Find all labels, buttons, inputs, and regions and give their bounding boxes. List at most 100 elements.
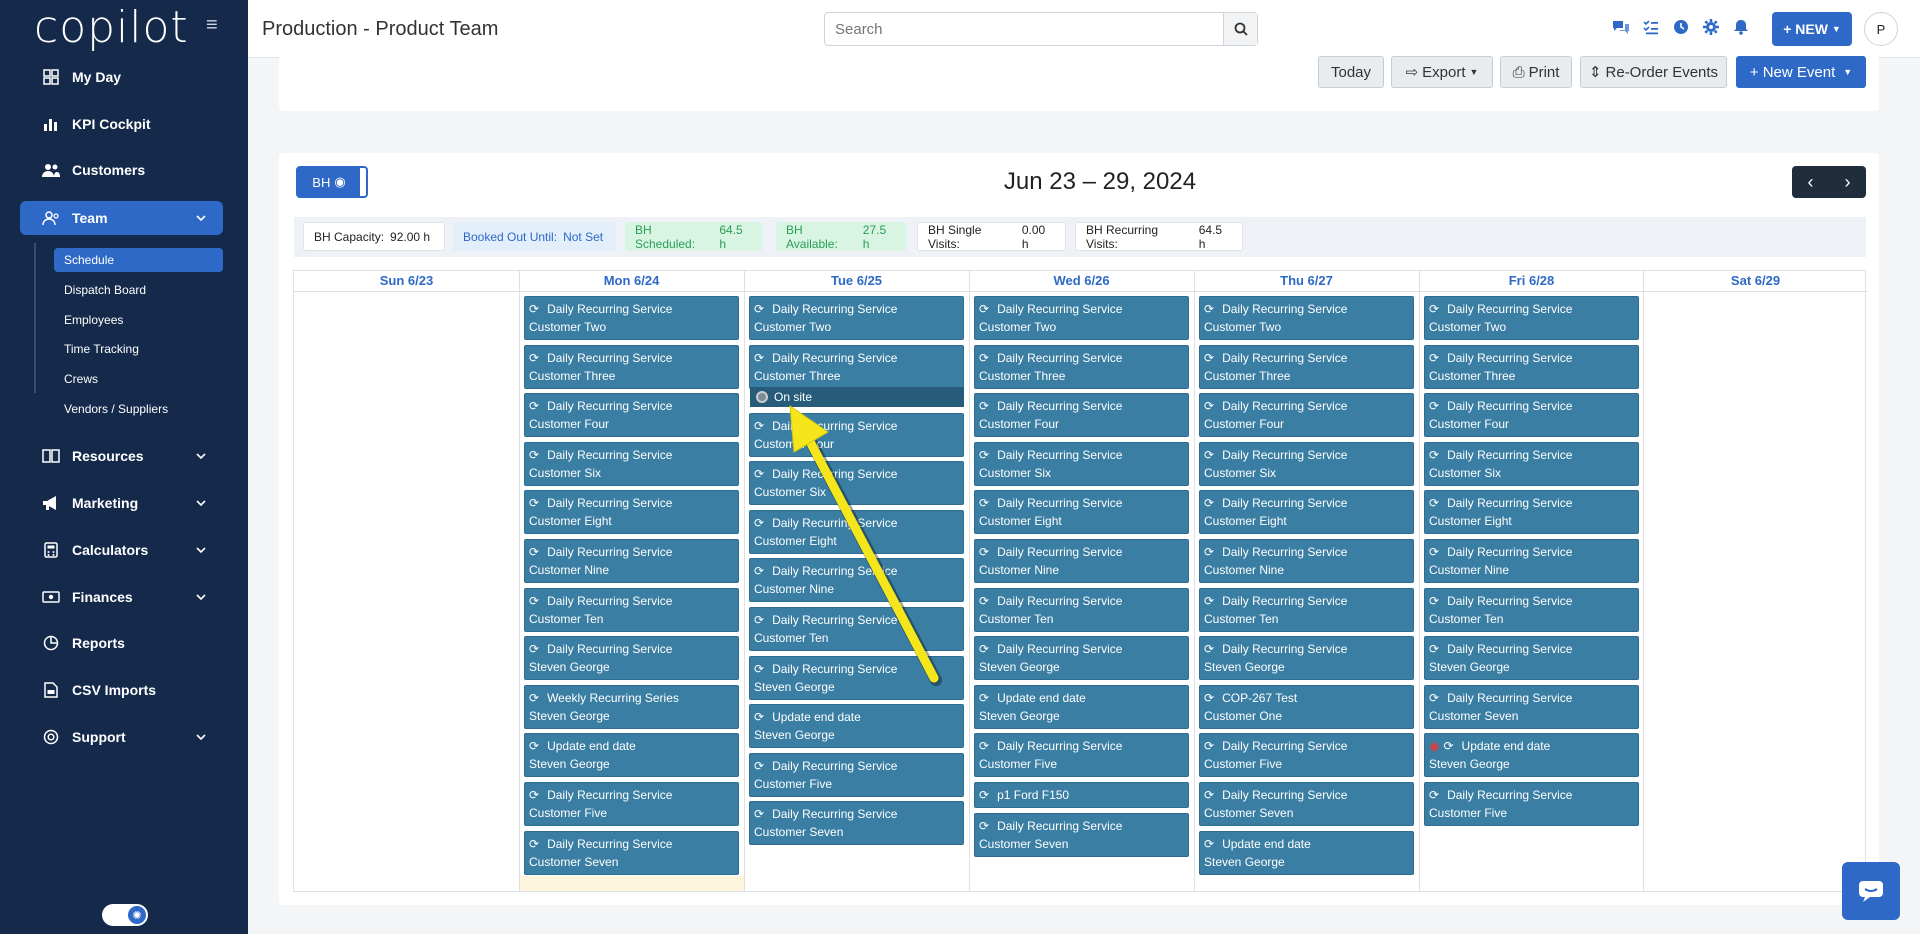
sidebar-sub-schedule[interactable]: Schedule	[54, 248, 223, 272]
sidebar-item-finances[interactable]: Finances	[20, 580, 223, 614]
clock-icon[interactable]	[1672, 18, 1690, 36]
calendar-event[interactable]: ⟳ Daily Recurring Service Customer Six	[1424, 441, 1639, 486]
calendar-event[interactable]: ⟳ Daily Recurring Service Customer Three	[749, 344, 964, 389]
calendar-event[interactable]: ⟳ Daily Recurring Service Customer Six	[749, 461, 964, 506]
calendar-event[interactable]: ⟳ Daily Recurring Service Customer Five	[1424, 782, 1639, 826]
calendar-event[interactable]: ⟳ COP-267 Test Customer One	[1199, 684, 1414, 729]
calendar-event[interactable]: ⟳ Daily Recurring Service Customer Ten	[1199, 587, 1414, 632]
calendar-event[interactable]: ⟳ Daily Recurring Service Customer Two	[1424, 296, 1639, 340]
calendar-event[interactable]: ⟳ Weekly Recurring Series Steven George	[524, 684, 739, 729]
day-header[interactable]: Sat 6/29	[1643, 270, 1868, 292]
calendar-event[interactable]: ⟳ Update end date Steven George	[524, 733, 739, 778]
prev-week-icon[interactable]: ‹	[1792, 166, 1829, 198]
chat-widget-button[interactable]	[1842, 862, 1900, 920]
sidebar-item-team[interactable]: Team	[20, 201, 223, 235]
print-button[interactable]: ⎙ Print	[1500, 56, 1572, 88]
calendar-event[interactable]: ⟳ Daily Recurring Service Customer Eight	[1199, 490, 1414, 535]
new-button[interactable]: + NEW ▼	[1772, 12, 1852, 46]
sidebar-item-resources[interactable]: Resources	[20, 439, 223, 473]
calendar-event[interactable]: ⟳ Daily Recurring Service Customer Four	[524, 393, 739, 438]
calendar-event[interactable]: ⟳ Daily Recurring Service Customer Seven	[749, 801, 964, 846]
calendar-event[interactable]: ⟳ Update end date Steven George	[974, 684, 1189, 729]
avatar[interactable]: P	[1864, 12, 1898, 46]
task-list-icon[interactable]	[1642, 18, 1660, 36]
bell-icon[interactable]	[1732, 18, 1750, 36]
calendar-event[interactable]: ◉ ⟳ Update end date Steven George	[1424, 733, 1639, 778]
day-header[interactable]: Sun 6/23	[294, 270, 519, 292]
calendar-event[interactable]: ⟳ Daily Recurring Service Customer Six	[1199, 441, 1414, 486]
calendar-event[interactable]: ⟳ Update end date Steven George	[749, 704, 964, 749]
sidebar-item-customers[interactable]: Customers	[20, 153, 223, 187]
calendar-event[interactable]: ⟳ Daily Recurring Service Customer Three	[974, 344, 1189, 389]
search-icon[interactable]	[1223, 13, 1257, 45]
sidebar-sub-vendors-suppliers[interactable]: Vendors / Suppliers	[54, 397, 223, 421]
calendar-event[interactable]: ⟳ Daily Recurring Service Steven George	[974, 636, 1189, 681]
today-button[interactable]: Today	[1318, 56, 1384, 88]
calendar-event[interactable]: ⟳ Daily Recurring Service Steven George	[1424, 636, 1639, 681]
calendar-event[interactable]: ⟳ Daily Recurring Service Customer Three	[1424, 344, 1639, 389]
day-header[interactable]: Tue 6/25	[744, 270, 969, 292]
calendar-event[interactable]: ⟳ Daily Recurring Service Customer Four	[974, 393, 1189, 438]
sidebar-item-support[interactable]: Support	[20, 720, 223, 754]
export-button[interactable]: ⇨ Export ▼	[1391, 56, 1493, 88]
day-header[interactable]: Fri 6/28	[1419, 270, 1644, 292]
calendar-event[interactable]: ⟳ Daily Recurring Service Steven George	[524, 636, 739, 681]
calendar-event[interactable]: ⟳ Daily Recurring Service Customer Two	[524, 296, 739, 340]
calendar-event[interactable]: ⟳ Daily Recurring Service Customer Five	[1199, 733, 1414, 778]
chat-icon[interactable]	[1612, 18, 1630, 36]
search-input[interactable]	[825, 13, 1225, 45]
calendar-event[interactable]: ⟳ Daily Recurring Service Customer Four	[749, 412, 964, 457]
calendar-event[interactable]: ⟳ Daily Recurring Service Customer Four	[1199, 393, 1414, 438]
calendar-event[interactable]: ⟳ Daily Recurring Service Steven George	[749, 655, 964, 700]
sidebar-item-csv-imports[interactable]: CSV Imports	[20, 673, 223, 707]
day-header[interactable]: Thu 6/27	[1194, 270, 1419, 292]
reorder-events-button[interactable]: ⇕ Re-Order Events	[1580, 56, 1727, 88]
calendar-event[interactable]: ⟳ Daily Recurring Service Customer Four	[1424, 393, 1639, 438]
calendar-event[interactable]: ⟳ Daily Recurring Service Customer Nine	[1199, 539, 1414, 583]
calendar-event[interactable]: ⟳ Daily Recurring Service Steven George	[1199, 636, 1414, 681]
new-event-button[interactable]: + New Event ▼	[1736, 56, 1866, 88]
calendar-event[interactable]: ⟳ Daily Recurring Service Customer Eight	[524, 490, 739, 535]
gear-icon[interactable]	[1702, 18, 1720, 36]
calendar-event[interactable]: ⟳ Daily Recurring Service Customer Eight	[1424, 490, 1639, 535]
theme-toggle[interactable]: ✺	[102, 904, 148, 926]
sidebar-item-calculators[interactable]: Calculators	[20, 533, 223, 567]
calendar-event[interactable]: ⟳ Daily Recurring Service Customer Eight	[749, 509, 964, 554]
day-header[interactable]: Mon 6/24	[519, 270, 744, 292]
calendar-event[interactable]: ⟳ Daily Recurring Service Customer Five	[974, 733, 1189, 778]
calendar-event[interactable]: ⟳ Daily Recurring Service Customer Seven	[1199, 782, 1414, 826]
calendar-event[interactable]: ⟳ Daily Recurring Service Customer Two	[974, 296, 1189, 340]
calendar-event[interactable]: ⟳ Daily Recurring Service Customer Seven	[1424, 684, 1639, 729]
menu-toggle-icon[interactable]: ≡	[206, 14, 218, 37]
calendar-event[interactable]: ⟳ Daily Recurring Service Customer Seven	[524, 830, 739, 875]
sidebar-item-kpi-cockpit[interactable]: KPI Cockpit	[20, 107, 223, 141]
sidebar-item-my-day[interactable]: My Day	[20, 60, 223, 94]
calendar-event[interactable]: ⟳ Daily Recurring Service Customer Nine	[974, 539, 1189, 583]
sidebar-sub-time-tracking[interactable]: Time Tracking	[54, 337, 223, 361]
calendar-event[interactable]: ⟳ Daily Recurring Service Customer Seven	[974, 813, 1189, 857]
calendar-event[interactable]: ⟳ Daily Recurring Service Customer Nine	[524, 539, 739, 583]
calendar-event[interactable]: ⟳ Daily Recurring Service Customer Eight	[974, 490, 1189, 535]
calendar-event[interactable]: ⟳ Daily Recurring Service Customer Five	[524, 782, 739, 826]
calendar-event[interactable]: ⟳ Daily Recurring Service Customer Nine	[1424, 539, 1639, 583]
calendar-event[interactable]: ⟳ Daily Recurring Service Customer Six	[974, 441, 1189, 486]
calendar-event[interactable]: ⟳ Daily Recurring Service Customer Three	[524, 344, 739, 389]
sidebar-sub-crews[interactable]: Crews	[54, 367, 223, 391]
sidebar-sub-employees[interactable]: Employees	[54, 308, 223, 332]
calendar-event[interactable]: ⟳ Daily Recurring Service Customer Ten	[974, 587, 1189, 632]
calendar-event[interactable]: ⟳ Daily Recurring Service Customer Two	[749, 296, 964, 340]
calendar-event[interactable]: ⟳ Update end date Steven George	[1199, 830, 1414, 875]
calendar-event[interactable]: ⟳ Daily Recurring Service Customer Six	[524, 441, 739, 486]
sidebar-item-reports[interactable]: Reports	[20, 626, 223, 660]
calendar-event[interactable]: ⟳ p1 Ford F150	[974, 782, 1189, 808]
bh-toggle[interactable]: BH ◉	[296, 166, 368, 198]
calendar-event[interactable]: ⟳ Daily Recurring Service Customer Ten	[1424, 587, 1639, 632]
sidebar-item-marketing[interactable]: Marketing	[20, 486, 223, 520]
calendar-event[interactable]: ⟳ Daily Recurring Service Customer Ten	[524, 587, 739, 632]
day-header[interactable]: Wed 6/26	[969, 270, 1194, 292]
on-site-status[interactable]: On site	[750, 387, 964, 407]
calendar-event[interactable]: ⟳ Daily Recurring Service Customer Two	[1199, 296, 1414, 340]
calendar-event[interactable]: ⟳ Daily Recurring Service Customer Nine	[749, 558, 964, 603]
calendar-event[interactable]: ⟳ Daily Recurring Service Customer Three	[1199, 344, 1414, 389]
calendar-event[interactable]: ⟳ Daily Recurring Service Customer Five	[749, 752, 964, 797]
